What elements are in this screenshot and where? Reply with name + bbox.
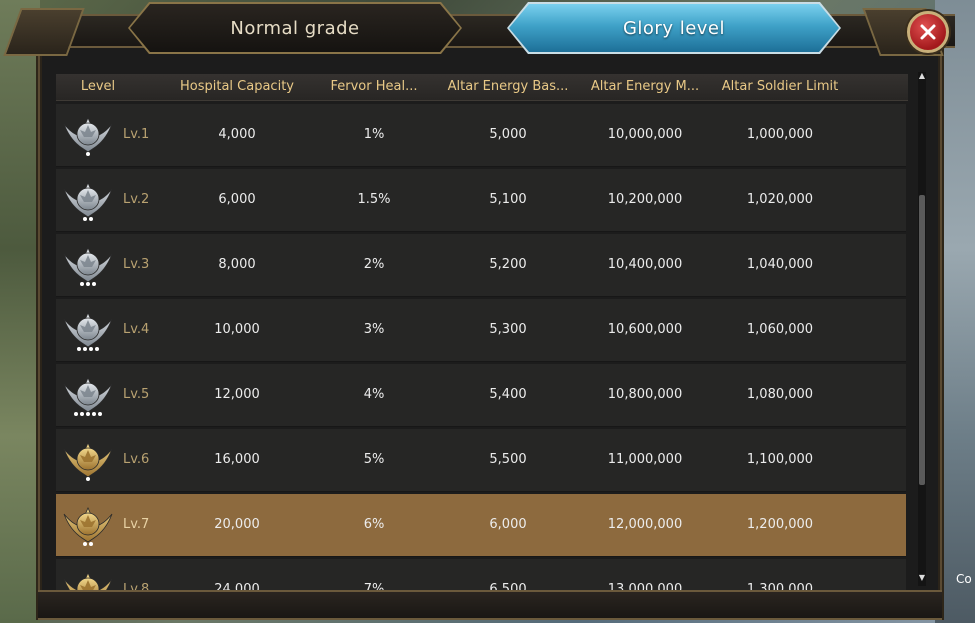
cell-altar-max: 13,000,000	[607, 582, 683, 590]
cell-altar-base: 5,300	[489, 322, 527, 337]
level-label: Lv.8	[123, 582, 150, 590]
silver-rank-badge-icon	[63, 312, 113, 351]
table-row[interactable]: Lv.3 8,000 2% 5,200 10,400,000 1,040,000	[56, 234, 906, 297]
column-header-altar-energy-base: Altar Energy Bas...	[447, 79, 569, 94]
cell-hospital: 10,000	[214, 322, 260, 337]
table-row[interactable]: Lv.8 24,000 7% 6,500 13,000,000 1,300,000	[56, 559, 906, 590]
scroll-down-arrow-icon[interactable]: ▼	[917, 574, 927, 582]
cell-altar-max: 10,800,000	[607, 387, 683, 402]
level-label: Lv.4	[123, 322, 150, 337]
tab-glory-level-label: Glory level	[622, 17, 726, 39]
cell-hospital: 20,000	[214, 517, 260, 532]
column-header-fervor-heal: Fervor Heal...	[330, 79, 418, 94]
level-label: Lv.2	[123, 192, 150, 207]
level-label: Lv.1	[123, 127, 150, 142]
gold-rank-badge-icon	[63, 507, 113, 546]
silver-rank-badge-icon	[63, 117, 113, 156]
cell-hospital: 4,000	[218, 127, 256, 142]
cell-fervor: 5%	[363, 452, 385, 467]
cell-altar-base: 6,500	[489, 582, 527, 590]
table-row[interactable]: Lv.2 6,000 1.5% 5,100 10,200,000 1,020,000	[56, 169, 906, 232]
table-row[interactable]: Lv.6 16,000 5% 5,500 11,000,000 1,100,000	[56, 429, 906, 492]
cell-fervor: 6%	[363, 517, 385, 532]
table-header: Level Hospital Capacity Fervor Heal... A…	[56, 74, 908, 101]
cell-soldier-limit: 1,200,000	[746, 517, 814, 532]
level-label: Lv.3	[123, 257, 150, 272]
panel-bottom-frame	[38, 590, 942, 620]
cell-altar-max: 11,000,000	[607, 452, 683, 467]
silver-rank-badge-icon	[63, 182, 113, 221]
cell-fervor: 3%	[363, 322, 385, 337]
table-row[interactable]: Lv.7 20,000 6% 6,000 12,000,000 1,200,000	[56, 494, 906, 557]
close-button[interactable]	[907, 11, 949, 53]
scrollbar-thumb[interactable]	[919, 195, 925, 485]
silver-rank-badge-icon	[63, 247, 113, 286]
column-header-level: Level	[80, 79, 116, 94]
cell-soldier-limit: 1,080,000	[746, 387, 814, 402]
tab-normal-grade[interactable]: Normal grade	[130, 4, 460, 52]
table-row[interactable]: Lv.4 10,000 3% 5,300 10,600,000 1,060,000	[56, 299, 906, 362]
cell-soldier-limit: 1,060,000	[746, 322, 814, 337]
cell-altar-base: 5,100	[489, 192, 527, 207]
background-left	[0, 0, 40, 623]
cell-hospital: 12,000	[214, 387, 260, 402]
cell-fervor: 4%	[363, 387, 385, 402]
close-icon	[920, 24, 936, 40]
cell-altar-base: 5,200	[489, 257, 527, 272]
cell-altar-base: 5,500	[489, 452, 527, 467]
scroll-up-arrow-icon[interactable]: ▲	[917, 72, 927, 80]
cell-soldier-limit: 1,000,000	[746, 127, 814, 142]
cell-soldier-limit: 1,100,000	[746, 452, 814, 467]
corner-ornament-left	[3, 8, 85, 56]
tab-glory-level[interactable]: Glory level	[509, 4, 839, 52]
cell-soldier-limit: 1,020,000	[746, 192, 814, 207]
cell-hospital: 8,000	[218, 257, 256, 272]
table-body: Lv.1 4,000 1% 5,000 10,000,000 1,000,000 Lv.2 6…	[56, 104, 908, 590]
side-peek-label: Co	[956, 572, 972, 586]
cell-altar-max: 10,000,000	[607, 127, 683, 142]
cell-fervor: 1%	[363, 127, 385, 142]
column-header-altar-energy-max: Altar Energy M...	[590, 79, 700, 94]
cell-altar-max: 10,600,000	[607, 322, 683, 337]
cell-altar-base: 5,400	[489, 387, 527, 402]
gold-rank-badge-icon	[63, 442, 113, 481]
cell-altar-base: 6,000	[489, 517, 527, 532]
gold-rank-badge-icon	[63, 572, 113, 590]
level-label: Lv.6	[123, 452, 150, 467]
level-table: Level Hospital Capacity Fervor Heal... A…	[56, 74, 908, 590]
tab-normal-grade-label: Normal grade	[230, 17, 360, 39]
cell-altar-base: 5,000	[489, 127, 527, 142]
cell-hospital: 16,000	[214, 452, 260, 467]
cell-altar-max: 10,200,000	[607, 192, 683, 207]
level-label: Lv.7	[123, 517, 150, 532]
cell-soldier-limit: 1,300,000	[746, 582, 814, 590]
tab-bar: Normal grade Glory level	[0, 0, 975, 58]
silver-rank-badge-icon	[63, 377, 113, 416]
table-row[interactable]: Lv.1 4,000 1% 5,000 10,000,000 1,000,000	[56, 104, 906, 167]
cell-hospital: 24,000	[214, 582, 260, 590]
column-header-altar-soldier-limit: Altar Soldier Limit	[721, 79, 839, 94]
cell-hospital: 6,000	[218, 192, 256, 207]
cell-fervor: 1.5%	[357, 192, 391, 207]
cell-fervor: 2%	[363, 257, 385, 272]
cell-altar-max: 10,400,000	[607, 257, 683, 272]
level-label: Lv.5	[123, 387, 150, 402]
cell-soldier-limit: 1,040,000	[746, 257, 814, 272]
column-header-hospital-capacity: Hospital Capacity	[180, 79, 294, 94]
cell-fervor: 7%	[363, 582, 385, 590]
table-row[interactable]: Lv.5 12,000 4% 5,400 10,800,000 1,080,000	[56, 364, 906, 427]
cell-altar-max: 12,000,000	[607, 517, 683, 532]
